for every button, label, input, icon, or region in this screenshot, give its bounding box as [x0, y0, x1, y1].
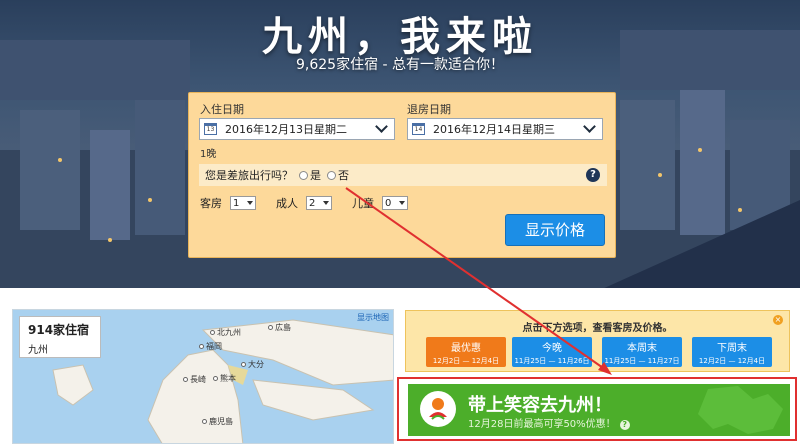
deal-label: 今晚	[542, 343, 562, 354]
business-no-radio[interactable]	[327, 170, 336, 180]
dropdown-arrow-icon	[323, 201, 329, 205]
deal-option-this-weekend[interactable]: 本周末 11月25日 — 11月27日	[602, 337, 682, 367]
checkin-label: 入住日期	[200, 103, 244, 116]
map-city-label: 広島	[268, 322, 291, 333]
children-value: 0	[385, 197, 392, 209]
calendar-icon: 14	[412, 123, 425, 135]
map-city-label: 鹿児島	[202, 416, 233, 427]
map-city-label: 北九州	[210, 327, 241, 338]
deal-label: 本周末	[627, 343, 657, 354]
checkout-label: 退房日期	[407, 103, 451, 116]
show-prices-button[interactable]: 显示价格	[505, 214, 605, 246]
rooms-select[interactable]: 1	[230, 196, 256, 210]
adults-value: 2	[309, 197, 316, 209]
chevron-down-icon	[375, 120, 388, 133]
hero-subtitle: 9,625家住宿 - 总有一款适合你！	[295, 57, 505, 73]
deal-label: 下周末	[717, 343, 747, 354]
map-widget[interactable]: 914家住宿 九州 显示地图 北九州 広島 福岡 大分 長崎 熊本 鹿児島	[12, 309, 394, 444]
map-city-label: 大分	[241, 359, 264, 370]
date-deals-panel: 点击下方选项，查看客房及价格。 × 最优惠 12月2日 — 12月4日 今晚 1…	[405, 310, 790, 372]
campaign-logo	[420, 391, 456, 427]
children-select[interactable]: 0	[382, 196, 408, 210]
map-summary-card: 914家住宿 九州	[19, 316, 101, 358]
deals-title: 点击下方选项，查看客房及价格。	[522, 323, 673, 334]
business-yes-label[interactable]: 是	[310, 167, 321, 183]
checkout-date-picker[interactable]: 14 2016年12月14日星期三	[407, 118, 603, 140]
banner-subtitle-text: 12月28日前最高可享50%优惠！	[468, 419, 616, 430]
hero-banner: 九州，我来啦 9,625家住宿 - 总有一款适合你！ 入住日期 13 2016年…	[0, 0, 800, 288]
map-city-label: 長崎	[183, 374, 206, 385]
map-city-label: 福岡	[199, 341, 222, 352]
help-icon[interactable]: ?	[586, 168, 600, 182]
children-label: 儿童	[352, 197, 374, 210]
deal-label: 最优惠	[451, 343, 481, 354]
checkin-date-picker[interactable]: 13 2016年12月13日星期二	[199, 118, 395, 140]
deal-option-best[interactable]: 最优惠 12月2日 — 12月4日	[426, 337, 506, 367]
rooms-value: 1	[233, 197, 240, 209]
promo-banner[interactable]: 带上笑容去九州！ 12月28日前最高可享50%优惠！?	[408, 384, 790, 436]
business-yes-radio[interactable]	[299, 170, 308, 180]
property-count: 914家住宿	[28, 323, 90, 337]
deal-dates: 12月2日 — 12月4日	[698, 357, 766, 365]
deal-dates: 12月2日 — 12月4日	[432, 357, 500, 365]
map-city-label: 熊本	[213, 373, 236, 384]
deal-option-tonight[interactable]: 今晚 11月25日 — 11月26日	[512, 337, 592, 367]
adults-label: 成人	[276, 197, 298, 210]
deal-option-next-weekend[interactable]: 下周末 12月2日 — 12月4日	[692, 337, 772, 367]
search-form: 入住日期 13 2016年12月13日星期二 退房日期 14 2016年12月1…	[188, 92, 616, 258]
deal-dates: 11月25日 — 11月26日	[514, 357, 590, 365]
help-icon[interactable]: ?	[619, 420, 630, 430]
calendar-icon: 13	[204, 123, 217, 135]
close-icon[interactable]: ×	[773, 315, 783, 325]
rooms-label: 客房	[200, 197, 222, 210]
business-no-label[interactable]: 否	[338, 167, 349, 183]
business-trip-question: 您是差旅出行吗？	[205, 169, 293, 182]
deal-dates: 11月25日 — 11月27日	[604, 357, 680, 365]
dropdown-arrow-icon	[247, 201, 253, 205]
banner-subtitle: 12月28日前最高可享50%优惠！?	[468, 415, 630, 430]
banner-title: 带上笑容去九州！	[468, 395, 612, 416]
chevron-down-icon	[583, 120, 596, 133]
business-trip-row: 您是差旅出行吗？ 是 否 ?	[199, 164, 607, 186]
adults-select[interactable]: 2	[306, 196, 332, 210]
nights-count: 1晚	[200, 149, 217, 160]
checkin-date-value: 2016年12月13日星期二	[225, 123, 347, 136]
show-map-link[interactable]: 显示地图	[357, 312, 389, 323]
dropdown-arrow-icon	[399, 201, 405, 205]
checkout-date-value: 2016年12月14日星期三	[433, 123, 555, 136]
region-name: 九州	[28, 345, 48, 356]
guests-row: 客房 1 成人 2 儿童 0	[200, 195, 428, 211]
